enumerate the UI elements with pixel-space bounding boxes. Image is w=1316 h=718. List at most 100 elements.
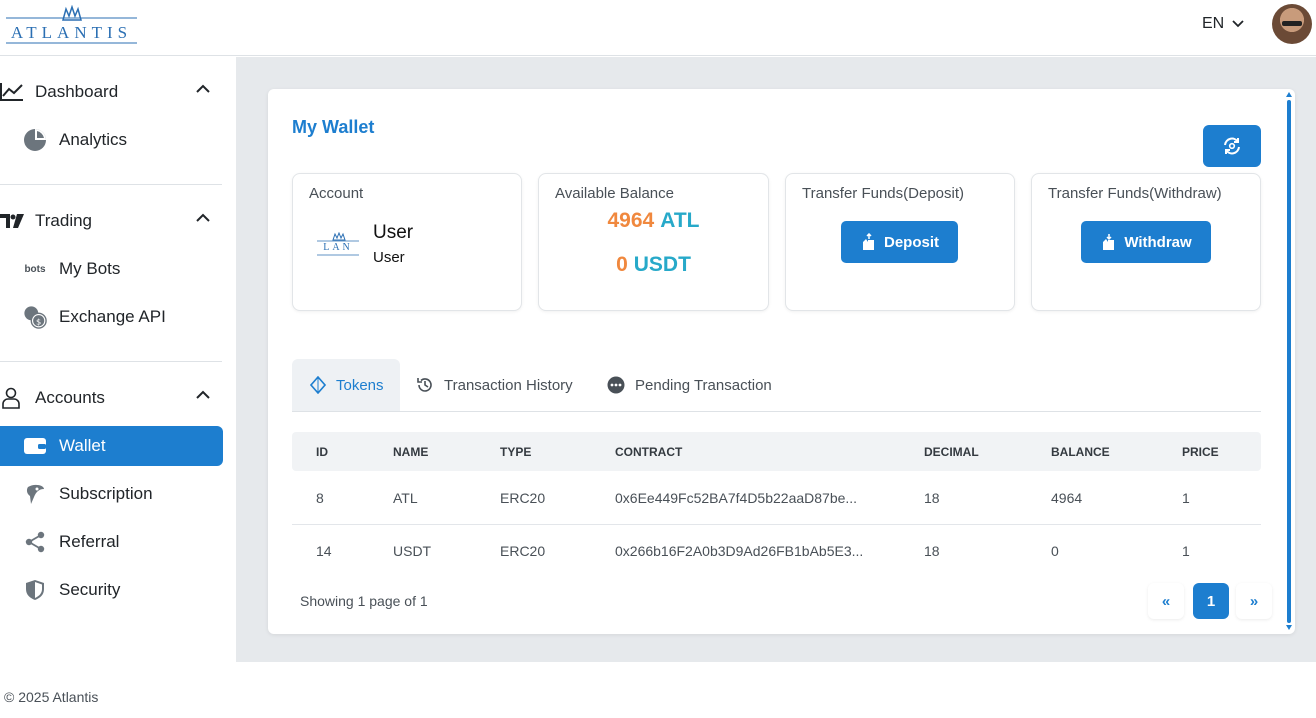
tab-label: Pending Transaction bbox=[635, 376, 772, 394]
account-logo: LAN bbox=[317, 231, 359, 258]
cell-price: 1 bbox=[1182, 543, 1190, 559]
sidebar-item-subscription[interactable]: Subscription bbox=[0, 474, 223, 514]
cell-balance: 0 bbox=[1051, 543, 1059, 559]
column-header-id: ID bbox=[316, 445, 328, 459]
sidebar-item-security[interactable]: Security bbox=[0, 570, 223, 610]
page-title: My Wallet bbox=[292, 117, 375, 137]
card-scrollbar[interactable] bbox=[1287, 100, 1291, 623]
account-card: Account LAN User User bbox=[292, 173, 522, 311]
column-header-price: PRICE bbox=[1182, 445, 1219, 459]
withdraw-hand-icon bbox=[1103, 234, 1115, 250]
cell-id: 14 bbox=[316, 543, 332, 559]
balance-row-atl: 4964 ATL bbox=[539, 209, 768, 233]
shield-icon bbox=[23, 579, 47, 601]
chevron-up-icon bbox=[196, 213, 210, 222]
sidebar-group-accounts[interactable]: Accounts bbox=[0, 380, 222, 416]
cell-type: ERC20 bbox=[500, 490, 546, 506]
svg-text:$: $ bbox=[36, 316, 41, 326]
account-logo-text: LAN bbox=[323, 242, 353, 253]
column-header-type: TYPE bbox=[500, 445, 532, 459]
cell-id: 8 bbox=[316, 490, 324, 506]
balance-card-title: Available Balance bbox=[555, 185, 674, 202]
chevron-up-icon bbox=[196, 84, 210, 93]
footer-copyright: © 2025 Atlantis bbox=[4, 689, 99, 705]
sidebar-group-dashboard[interactable]: Dashboard bbox=[0, 74, 222, 110]
balance-currency: USDT bbox=[633, 253, 691, 276]
cell-name: USDT bbox=[393, 543, 432, 559]
account-role: User bbox=[373, 249, 405, 266]
sidebar-divider bbox=[0, 361, 222, 362]
user-avatar[interactable] bbox=[1272, 4, 1312, 44]
share-icon bbox=[23, 531, 47, 553]
deposit-hand-icon bbox=[862, 233, 874, 250]
scroll-up-arrow-icon[interactable] bbox=[1286, 92, 1292, 97]
cell-decimal: 18 bbox=[924, 543, 940, 559]
pie-chart-icon bbox=[23, 128, 47, 152]
wallet-icon bbox=[23, 437, 47, 455]
tabs-underline bbox=[292, 411, 1261, 412]
balance-row-usdt: 0 USDT bbox=[539, 253, 768, 277]
balance-value: 4964 bbox=[607, 209, 655, 232]
sidebar-item-wallet[interactable]: Wallet bbox=[0, 426, 223, 466]
line-chart-icon bbox=[0, 82, 26, 102]
pagination-page-button[interactable]: 1 bbox=[1193, 583, 1229, 619]
balance-card: Available Balance 4964 ATL 0 USDT bbox=[538, 173, 769, 311]
sidebar-group-trading[interactable]: Trading bbox=[0, 203, 222, 239]
tab-pending-transaction[interactable]: Pending Transaction bbox=[607, 359, 772, 411]
column-header-contract: CONTRACT bbox=[615, 445, 683, 459]
sidebar-item-label: Subscription bbox=[59, 484, 153, 503]
sidebar-item-referral[interactable]: Referral bbox=[0, 522, 223, 562]
top-bar bbox=[0, 0, 1316, 56]
footer bbox=[0, 662, 1316, 718]
sidebar-item-label: My Bots bbox=[59, 259, 121, 278]
sidebar-group-label: Trading bbox=[35, 211, 93, 230]
pagination-summary: Showing 1 page of 1 bbox=[300, 593, 428, 609]
chevron-up-icon bbox=[196, 390, 210, 399]
withdraw-button[interactable]: Withdraw bbox=[1081, 221, 1211, 263]
tab-label: Transaction History bbox=[444, 376, 573, 394]
deposit-card: Transfer Funds(Deposit) Deposit bbox=[785, 173, 1015, 311]
sidebar-item-analytics[interactable]: Analytics bbox=[0, 120, 223, 160]
cell-balance: 4964 bbox=[1051, 490, 1083, 506]
cell-type: ERC20 bbox=[500, 543, 546, 559]
sidebar-item-label: Analytics bbox=[59, 130, 128, 149]
column-header-name: NAME bbox=[393, 445, 429, 459]
sidebar-item-label: Wallet bbox=[59, 436, 106, 455]
withdraw-button-label: Withdraw bbox=[1124, 233, 1192, 251]
refresh-button[interactable] bbox=[1203, 125, 1261, 167]
language-selector[interactable]: EN bbox=[1202, 15, 1244, 33]
tradingview-icon bbox=[0, 214, 26, 228]
tab-transaction-history[interactable]: Transaction History bbox=[416, 359, 573, 411]
chevron-down-icon bbox=[1232, 20, 1244, 28]
more-circle-icon bbox=[607, 376, 625, 394]
balance-value: 0 bbox=[616, 253, 628, 276]
sidebar-item-label: Referral bbox=[59, 532, 120, 551]
pagination-next-button[interactable]: » bbox=[1236, 583, 1272, 619]
tab-tokens[interactable]: Tokens bbox=[292, 359, 400, 411]
pagination-prev-button[interactable]: « bbox=[1148, 583, 1184, 619]
column-header-decimal: DECIMAL bbox=[924, 445, 979, 459]
balance-currency: ATL bbox=[660, 209, 700, 232]
sidebar-group-label: Accounts bbox=[35, 388, 105, 407]
refresh-icon bbox=[1224, 137, 1240, 155]
history-icon bbox=[417, 378, 432, 392]
table-header bbox=[292, 432, 1261, 471]
deposit-button-label: Deposit bbox=[883, 233, 939, 251]
cell-price: 1 bbox=[1182, 490, 1190, 506]
sidebar-item-my-bots[interactable]: bots My Bots bbox=[0, 249, 223, 289]
withdraw-card: Transfer Funds(Withdraw) Withdraw bbox=[1031, 173, 1261, 311]
diamond-icon bbox=[310, 376, 326, 394]
withdraw-card-title: Transfer Funds(Withdraw) bbox=[1048, 185, 1222, 202]
sidebar-item-exchange-api[interactable]: $ Exchange API bbox=[0, 297, 223, 337]
language-label: EN bbox=[1202, 15, 1225, 32]
sidebar-group-label: Dashboard bbox=[35, 82, 119, 101]
logo-text: ATLANTIS bbox=[10, 23, 133, 42]
account-name: User bbox=[373, 222, 414, 243]
cell-contract: 0x6Ee449Fc52BA7f4D5b22aaD87be... bbox=[615, 490, 858, 506]
atlantis-logo[interactable]: ATLANTIS bbox=[6, 4, 137, 47]
account-card-title: Account bbox=[309, 185, 364, 202]
cell-decimal: 18 bbox=[924, 490, 940, 506]
deposit-button[interactable]: Deposit bbox=[841, 221, 958, 263]
cell-contract: 0x266b16F2A0b3D9Ad26FB1bAb5E3... bbox=[615, 543, 864, 559]
scroll-down-arrow-icon[interactable] bbox=[1286, 625, 1292, 630]
